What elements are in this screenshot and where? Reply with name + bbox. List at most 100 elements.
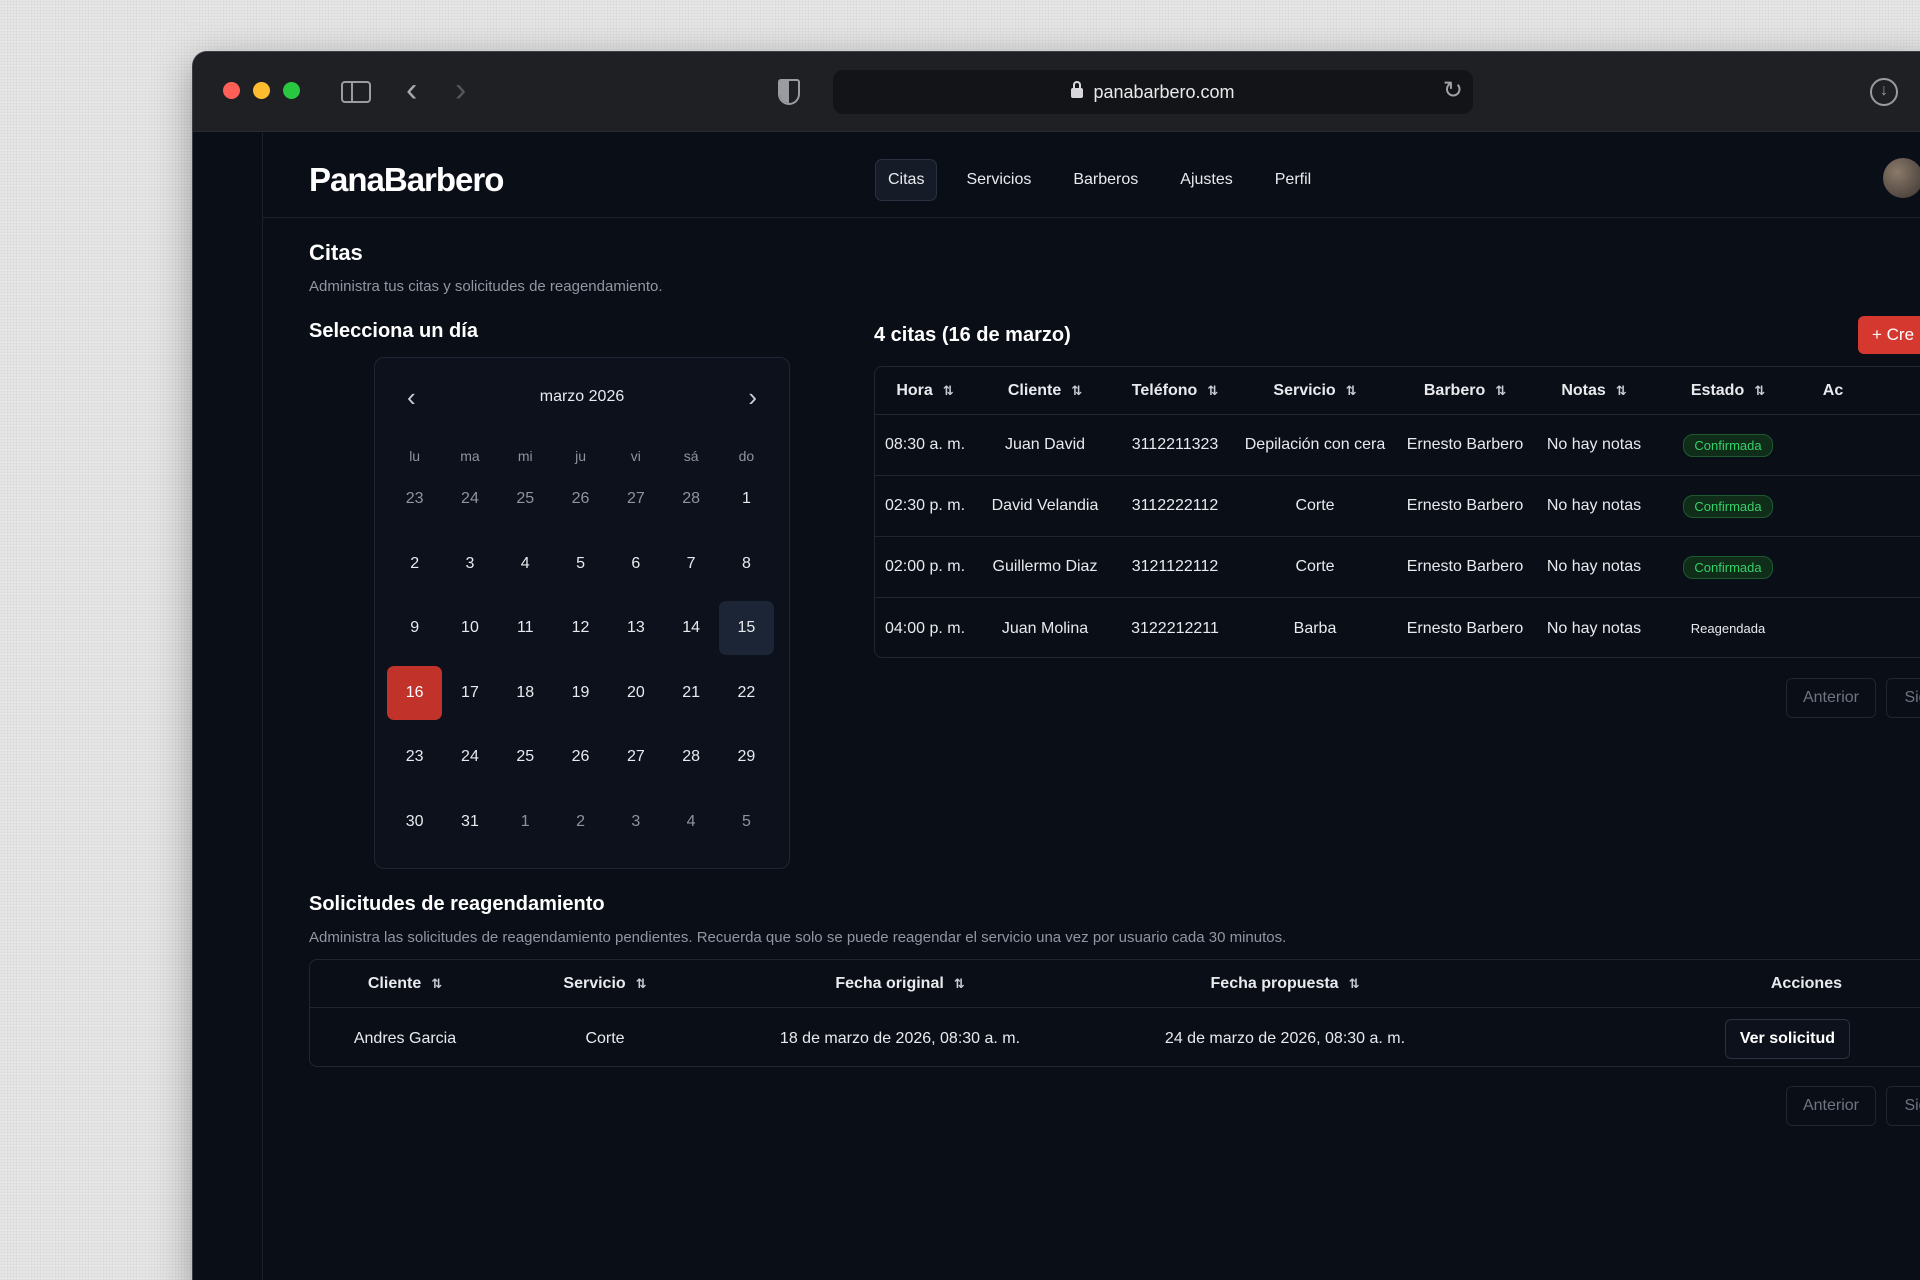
sort-icon[interactable]: ⇅: [954, 976, 965, 991]
column-header[interactable]: Barbero ⇅: [1395, 382, 1535, 400]
column-header[interactable]: Servicio ⇅: [500, 975, 710, 993]
calendar-day[interactable]: 20: [608, 666, 663, 720]
nav-item-servicios[interactable]: Servicios: [953, 159, 1044, 201]
column-header[interactable]: Servicio ⇅: [1235, 382, 1395, 400]
calendar-day[interactable]: 29: [719, 730, 774, 784]
sidebar-toggle-icon[interactable]: [341, 81, 371, 103]
shield-icon[interactable]: [778, 79, 800, 105]
calendar-day[interactable]: 28: [663, 472, 718, 526]
table-row[interactable]: 04:00 p. m. Juan Molina 3122212211 Barba Ern…: [875, 598, 1920, 657]
requests-next-button[interactable]: Sig: [1886, 1086, 1920, 1126]
calendar-day[interactable]: 27: [608, 730, 663, 784]
app-logo[interactable]: PanaBarbero: [309, 161, 504, 199]
calendar-day[interactable]: 25: [498, 472, 553, 526]
cell-hora: 02:00 p. m.: [884, 558, 966, 575]
cell-barbero: Ernesto Barbero: [1406, 619, 1524, 637]
calendar-day[interactable]: 9: [387, 601, 442, 655]
calendar-day[interactable]: 27: [608, 472, 663, 526]
calendar-day[interactable]: 18: [498, 666, 553, 720]
column-header[interactable]: Ac: [1803, 382, 1863, 400]
sort-icon[interactable]: ⇅: [1346, 383, 1357, 398]
column-header[interactable]: Notas ⇅: [1535, 382, 1653, 400]
sort-icon[interactable]: ⇅: [431, 976, 442, 991]
calendar-day[interactable]: 5: [719, 795, 774, 849]
calendar-day[interactable]: 12: [553, 601, 608, 655]
sort-icon[interactable]: ⇅: [1207, 383, 1218, 398]
sort-icon[interactable]: ⇅: [943, 383, 954, 398]
calendar-day[interactable]: 4: [498, 537, 553, 591]
calendar-day[interactable]: 26: [553, 472, 608, 526]
column-header[interactable]: Cliente ⇅: [975, 382, 1115, 400]
cell-estado: Confirmada: [1653, 555, 1803, 579]
requests-prev-button[interactable]: Anterior: [1786, 1086, 1876, 1126]
reload-icon[interactable]: ↻: [1443, 76, 1463, 105]
calendar-day[interactable]: 24: [442, 730, 497, 784]
column-header[interactable]: Teléfono ⇅: [1115, 382, 1235, 400]
minimize-window-button[interactable]: [253, 82, 270, 99]
calendar-day[interactable]: 28: [663, 730, 718, 784]
calendar-day[interactable]: 30: [387, 795, 442, 849]
column-header[interactable]: Hora ⇅: [875, 382, 975, 400]
view-request-button[interactable]: Ver solicitud: [1724, 1018, 1850, 1059]
column-header[interactable]: Fecha propuesta ⇅: [1090, 975, 1480, 993]
download-icon[interactable]: ↓: [1870, 78, 1898, 106]
appointments-next-button[interactable]: Sig: [1886, 678, 1920, 718]
calendar-day[interactable]: 25: [498, 730, 553, 784]
nav-item-citas[interactable]: Citas: [875, 159, 938, 201]
sort-icon[interactable]: ⇅: [1616, 383, 1627, 398]
table-row[interactable]: 02:00 p. m. Guillermo Diaz 3121122112 Corte…: [875, 537, 1920, 598]
calendar-day[interactable]: 1: [719, 472, 774, 526]
calendar-day[interactable]: 11: [498, 601, 553, 655]
column-header[interactable]: Cliente ⇅: [310, 975, 500, 993]
calendar-day[interactable]: 1: [498, 795, 553, 849]
calendar-day[interactable]: 8: [719, 537, 774, 591]
sort-icon[interactable]: ⇅: [636, 976, 647, 991]
create-appointment-button[interactable]: + Cre: [1858, 316, 1920, 354]
calendar-day[interactable]: 14: [663, 601, 718, 655]
calendar-day[interactable]: 10: [442, 601, 497, 655]
cell-hora: 08:30 a. m.: [884, 436, 966, 453]
calendar-day[interactable]: 17: [442, 666, 497, 720]
maximize-window-button[interactable]: [283, 82, 300, 99]
sort-icon[interactable]: ⇅: [1071, 383, 1082, 398]
calendar-day[interactable]: 23: [387, 472, 442, 526]
close-window-button[interactable]: [223, 82, 240, 99]
appointments-prev-button[interactable]: Anterior: [1786, 678, 1876, 718]
forward-arrow-icon[interactable]: ›: [455, 73, 466, 107]
nav-item-perfil[interactable]: Perfil: [1262, 159, 1324, 201]
calendar-day[interactable]: 4: [663, 795, 718, 849]
sort-icon[interactable]: ⇅: [1495, 383, 1506, 398]
sort-icon[interactable]: ⇅: [1754, 383, 1765, 398]
calendar-day[interactable]: 16: [387, 665, 443, 720]
calendar-day[interactable]: 2: [553, 795, 608, 849]
column-header[interactable]: Estado ⇅: [1653, 382, 1803, 400]
calendar-day[interactable]: 31: [442, 795, 497, 849]
next-month-chevron-icon[interactable]: ›: [748, 382, 757, 413]
calendar-day[interactable]: 24: [442, 472, 497, 526]
calendar-day[interactable]: 22: [719, 666, 774, 720]
calendar-day[interactable]: 21: [663, 666, 718, 720]
cell-barbero: Ernesto Barbero: [1406, 558, 1524, 575]
calendar-day[interactable]: 2: [387, 537, 442, 591]
calendar-day[interactable]: 15: [718, 601, 775, 656]
user-avatar[interactable]: [1883, 158, 1920, 198]
nav-item-barberos[interactable]: Barberos: [1060, 159, 1151, 201]
back-arrow-icon[interactable]: ‹: [406, 73, 417, 107]
calendar-day[interactable]: 3: [608, 795, 663, 849]
table-row[interactable]: 02:30 p. m. David Velandia 3112222112 Corte…: [875, 476, 1920, 537]
cell-servicio: Depilación con cera: [1244, 436, 1386, 453]
calendar-day[interactable]: 26: [553, 730, 608, 784]
calendar-day[interactable]: 13: [608, 601, 663, 655]
calendar-day[interactable]: 19: [553, 666, 608, 720]
nav-item-ajustes[interactable]: Ajustes: [1167, 159, 1245, 201]
table-row[interactable]: 08:30 a. m. Juan David 3112211323 Depilació…: [875, 415, 1920, 476]
address-bar[interactable]: panabarbero.com ↻: [833, 70, 1473, 114]
calendar-day[interactable]: 7: [663, 537, 718, 591]
calendar-day[interactable]: 23: [387, 730, 442, 784]
sort-icon[interactable]: ⇅: [1349, 976, 1360, 991]
table-row[interactable]: Andres Garcia Corte 18 de marzo de 2026, 0…: [310, 1008, 1920, 1066]
calendar-day[interactable]: 3: [442, 537, 497, 591]
column-header[interactable]: Fecha original ⇅: [710, 975, 1090, 993]
calendar-day[interactable]: 5: [553, 537, 608, 591]
calendar-day[interactable]: 6: [608, 537, 663, 591]
